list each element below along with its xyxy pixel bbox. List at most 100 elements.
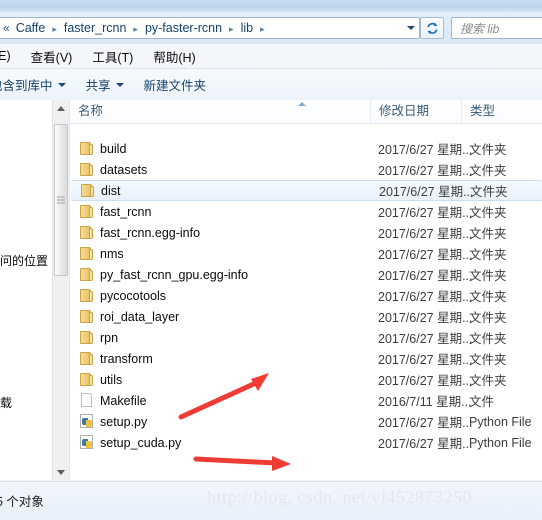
file-name-label: Makefile [100, 393, 147, 408]
chevron-down-icon[interactable] [57, 82, 66, 87]
file-name-cell[interactable]: setup.py [78, 414, 147, 429]
folder-icon [78, 141, 94, 156]
file-name-cell[interactable]: fast_rcnn [78, 204, 151, 219]
scrollbar-grip-icon [57, 196, 65, 204]
table-row[interactable]: dist 2017/6/27 星期... 文件夹 [71, 180, 542, 201]
file-name-label: pycocotools [100, 288, 167, 303]
toolbar-include-in-library-label: 包含到库中 [0, 79, 53, 93]
column-header-row: 名称 修改日期 类型 [70, 100, 542, 124]
table-row[interactable]: build 2017/6/27 星期... 文件夹 [70, 138, 542, 159]
table-row[interactable]: datasets 2017/6/27 星期... 文件夹 [70, 159, 542, 180]
python-file-icon [78, 414, 94, 429]
scrollbar-thumb[interactable] [54, 124, 68, 276]
nav-item-recent-places[interactable]: 问的位置 [0, 252, 48, 269]
folder-icon [78, 288, 94, 303]
table-row[interactable]: Makefile 2016/7/11 星期... 文件 [70, 390, 542, 411]
folder-icon [78, 309, 94, 324]
nav-item-downloads[interactable]: 载 [0, 394, 12, 411]
breadcrumb-item-caffe[interactable]: Caffe [14, 21, 48, 35]
table-row[interactable]: fast_rcnn.egg-info 2017/6/27 星期... 文件夹 [70, 222, 542, 243]
file-date-cell: 2017/6/27 星期... [378, 164, 473, 178]
file-type-cell: 文件夹 [469, 290, 507, 304]
file-name-cell[interactable]: utils [78, 372, 122, 387]
table-row[interactable]: fast_rcnn 2017/6/27 星期... 文件夹 [70, 201, 542, 222]
table-row[interactable]: transform 2017/6/27 星期... 文件夹 [70, 348, 542, 369]
chevron-down-icon[interactable] [115, 82, 124, 87]
file-type-cell: 文件 [469, 395, 495, 409]
breadcrumb-item-py-faster-rcnn[interactable]: py-faster-rcnn [143, 21, 224, 35]
file-date-cell: 2017/6/27 星期... [378, 416, 473, 430]
navigation-pane-scrollbar[interactable] [52, 100, 69, 480]
toolbar-include-in-library[interactable]: 包含到库中 [0, 75, 76, 94]
address-bar-row: « Caffe ▸ faster_rcnn ▸ py-faster-rcnn ▸… [0, 12, 542, 44]
table-row[interactable]: py_fast_rcnn_gpu.egg-info 2017/6/27 星期...… [70, 264, 542, 285]
menu-item-edit[interactable]: (E) [0, 49, 21, 63]
folder-icon [78, 351, 94, 366]
column-header-date-modified[interactable]: 修改日期 [370, 100, 461, 123]
breadcrumb-item-lib[interactable]: lib [239, 21, 256, 35]
file-name-cell[interactable]: roi_data_layer [78, 309, 179, 324]
file-name-label: nms [100, 246, 124, 261]
file-name-cell[interactable]: rpn [78, 330, 118, 345]
search-input[interactable]: 搜索 lib [452, 20, 499, 37]
breadcrumb-separator-icon[interactable]: ▸ [47, 24, 62, 35]
file-name-cell[interactable]: nms [78, 246, 124, 261]
toolbar-share[interactable]: 共享 [76, 75, 134, 94]
file-name-cell[interactable]: build [78, 141, 126, 156]
folder-icon [78, 162, 94, 177]
folder-icon [78, 267, 94, 282]
navigation-pane[interactable]: 问的位置 载 C:) D:) E:) [0, 100, 52, 480]
folder-icon [78, 330, 94, 345]
file-type-cell: 文件夹 [469, 227, 507, 241]
folder-icon [78, 246, 94, 261]
table-row[interactable]: pycocotools 2017/6/27 星期... 文件夹 [70, 285, 542, 306]
menu-item-tools[interactable]: 工具(T) [82, 47, 143, 66]
menu-item-help[interactable]: 帮助(H) [143, 47, 205, 66]
breadcrumb-separator-icon[interactable]: ▸ [224, 24, 239, 35]
file-name-cell[interactable]: setup_cuda.py [78, 435, 181, 450]
file-name-cell[interactable]: pycocotools [78, 288, 166, 303]
breadcrumb-item-faster-rcnn[interactable]: faster_rcnn [62, 21, 129, 35]
breadcrumb-separator-icon[interactable]: ▸ [128, 24, 143, 35]
search-box[interactable]: 搜索 lib [451, 17, 542, 39]
file-type-cell: Python File [469, 414, 532, 429]
file-date-cell: 2017/6/27 星期... [378, 143, 473, 157]
file-name-label: setup.py [100, 414, 148, 429]
table-row[interactable]: nms 2017/6/27 星期... 文件夹 [70, 243, 542, 264]
folder-icon [79, 183, 95, 198]
column-header-name[interactable]: 名称 [70, 100, 370, 123]
file-name-cell[interactable]: fast_rcnn.egg-info [78, 225, 200, 240]
toolbar-share-label: 共享 [85, 79, 111, 93]
toolbar-new-folder[interactable]: 新建文件夹 [134, 75, 217, 94]
file-type-cell: 文件夹 [469, 269, 507, 283]
scroll-down-arrow-icon[interactable] [53, 464, 69, 480]
file-type-cell: 文件夹 [469, 143, 507, 157]
column-header-type[interactable]: 类型 [461, 100, 542, 123]
breadcrumb-overflow-icon[interactable]: « [0, 21, 14, 35]
chevron-down-icon[interactable] [407, 26, 415, 30]
menu-item-view[interactable]: 查看(V) [21, 47, 83, 66]
file-list-pane[interactable]: 名称 修改日期 类型 build 2017/6/27 星期... 文件夹 datase… [69, 100, 542, 480]
file-name-cell[interactable]: datasets [78, 162, 147, 177]
table-row[interactable]: rpn 2017/6/27 星期... 文件夹 [70, 327, 542, 348]
file-date-cell: 2017/6/27 星期... [378, 437, 473, 451]
file-date-cell: 2017/6/27 星期... [378, 290, 473, 304]
file-name-cell[interactable]: dist [79, 183, 120, 198]
file-name-cell[interactable]: Makefile [78, 393, 147, 408]
file-icon [78, 393, 94, 408]
table-row[interactable]: utils 2017/6/27 星期... 文件夹 [70, 369, 542, 390]
address-bar[interactable]: « Caffe ▸ faster_rcnn ▸ py-faster-rcnn ▸… [0, 17, 420, 39]
table-row[interactable]: setup.py 2017/6/27 星期... Python File [70, 411, 542, 432]
file-name-label: setup_cuda.py [100, 435, 182, 450]
table-row[interactable]: setup_cuda.py 2017/6/27 星期... Python File [70, 432, 542, 453]
refresh-button[interactable] [420, 17, 444, 39]
file-name-label: rpn [100, 330, 119, 345]
breadcrumb-separator-icon[interactable]: ▸ [255, 24, 270, 35]
file-type-cell: 文件夹 [469, 374, 507, 388]
file-date-cell: 2017/6/27 星期... [378, 227, 473, 241]
file-name-cell[interactable]: py_fast_rcnn_gpu.egg-info [78, 267, 248, 282]
scroll-up-arrow-icon[interactable] [53, 100, 69, 116]
table-row[interactable]: roi_data_layer 2017/6/27 星期... 文件夹 [70, 306, 542, 327]
file-name-cell[interactable]: transform [78, 351, 153, 366]
python-file-icon [78, 435, 94, 450]
